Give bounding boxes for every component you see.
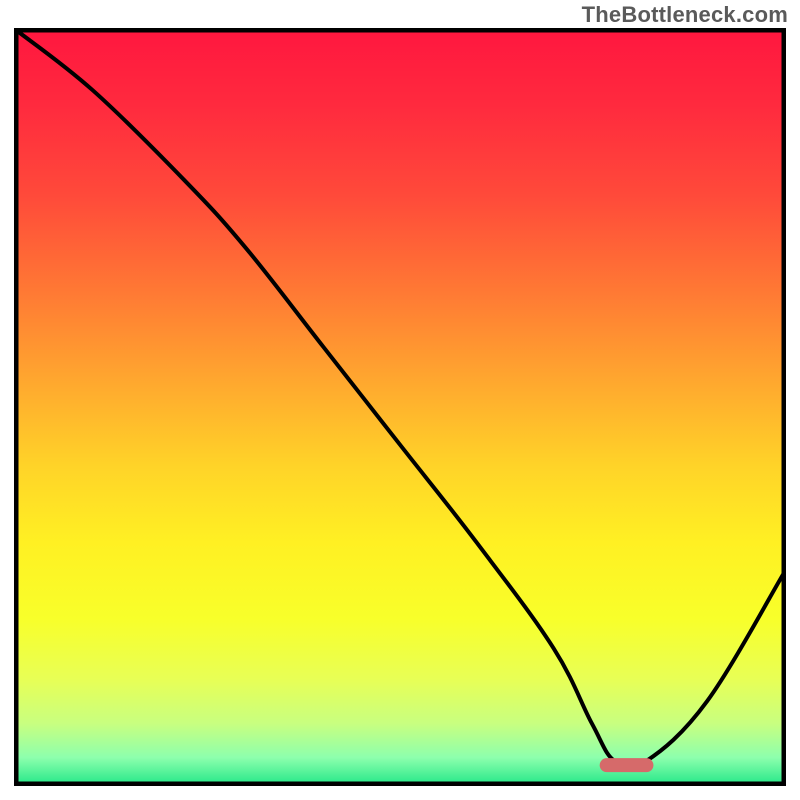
watermark-text: TheBottleneck.com <box>582 2 788 28</box>
chart-plot <box>14 28 786 786</box>
chart-svg <box>14 28 786 786</box>
chart-container: TheBottleneck.com <box>0 0 800 800</box>
